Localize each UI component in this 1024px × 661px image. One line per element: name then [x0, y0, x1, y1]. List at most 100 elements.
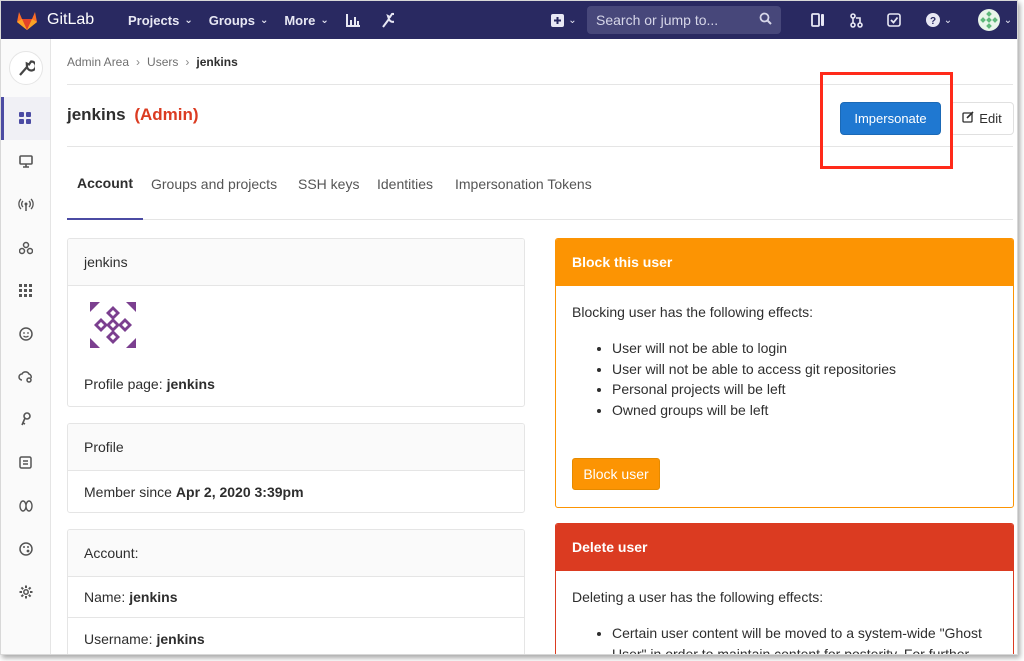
delete-effects-list: Certain user content will be moved to a … [612, 623, 997, 654]
account-username-row: Username: jenkins [68, 618, 524, 654]
labels-icon [18, 499, 33, 512]
help-icon[interactable]: ? ⌄ [921, 1, 957, 39]
breadcrumb-users[interactable]: Users [147, 55, 178, 69]
delete-user-body: Deleting a user has the following effect… [556, 571, 1013, 654]
tab-impersonation-tokens[interactable]: Impersonation Tokens [455, 147, 592, 220]
list-item: Personal projects will be left [612, 379, 997, 400]
user-summary-card: jenkins Profile page: jenkins [67, 238, 525, 407]
avatar-icon [977, 9, 1000, 31]
sidebar-item-deploy-keys[interactable] [1, 398, 50, 441]
account-card: Account: Name: jenkins Username: jenkins [67, 529, 525, 654]
card-header: Block this user [556, 239, 1013, 286]
smiley-icon [18, 326, 33, 341]
hook-icon [18, 241, 33, 254]
sidebar-item-overview[interactable] [1, 97, 50, 140]
breadcrumb-admin-area[interactable]: Admin Area [67, 55, 129, 69]
chevron-down-icon: ⌄ [259, 14, 269, 26]
tab-groups-and-projects[interactable]: Groups and projects [151, 147, 277, 220]
member-since-value: Apr 2, 2020 3:39pm [175, 484, 304, 500]
todo-check-icon[interactable] [880, 1, 908, 39]
sidebar-item-labels[interactable] [1, 484, 50, 527]
breadcrumb-separator: › [136, 54, 141, 69]
nav-groups-label: Groups [208, 12, 255, 28]
admin-wrench-icon[interactable] [373, 1, 401, 39]
search-input[interactable] [596, 12, 756, 28]
admin-badge: (Admin) [134, 105, 199, 124]
broadcast-icon [17, 198, 34, 211]
admin-area-avatar [8, 51, 43, 85]
profile-page-row: Profile page: jenkins [68, 364, 524, 404]
list-item: User will not be able to access git repo… [612, 359, 997, 380]
gitlab-logo-icon [17, 12, 37, 30]
breadcrumb-separator: › [185, 54, 190, 69]
identicon-avatar [90, 302, 136, 348]
block-user-button[interactable]: Block user [572, 458, 660, 490]
sidebar-item-appearance[interactable] [1, 527, 50, 570]
card-header: Delete user [556, 524, 1013, 571]
user-avatar-menu[interactable]: ⌄ [974, 1, 1016, 39]
cloud-gear-icon [17, 370, 32, 383]
key-icon [20, 412, 31, 426]
account-name-value: jenkins [129, 589, 178, 605]
block-user-body: Blocking user has the following effects:… [556, 286, 1013, 436]
sidebar-item-service-templates[interactable] [1, 441, 50, 484]
chevron-down-icon: ⌄ [568, 14, 577, 26]
list-item: Certain user content will be moved to a … [612, 623, 997, 654]
grid-dashboard-icon [19, 112, 31, 124]
card-header: Profile [68, 424, 524, 471]
search-box[interactable] [587, 6, 781, 34]
brand-name: GitLab [47, 11, 95, 28]
app-window: GitLab Projects ⌄ Groups ⌄ More ⌄ ⌄ Sear… [0, 0, 1018, 655]
merge-request-icon[interactable] [842, 1, 870, 39]
tab-ssh-keys[interactable]: SSH keys [298, 147, 359, 220]
profile-card: Profile Member since Apr 2, 2020 3:39pm [67, 423, 525, 513]
page-title-username: jenkins [67, 105, 126, 124]
sidebar-item-settings[interactable] [1, 570, 50, 613]
nav-projects-label: Projects [128, 12, 180, 28]
palette-icon [18, 541, 33, 556]
account-name-label: Name: [84, 589, 126, 605]
wrench-icon [18, 60, 35, 76]
card-header: jenkins [68, 239, 524, 286]
brand[interactable]: GitLab [15, 9, 115, 31]
delete-user-card: Delete user Deleting a user has the foll… [555, 523, 1014, 654]
template-icon [19, 456, 32, 469]
block-effects-list: User will not be able to login User will… [612, 338, 997, 420]
card-header: Account: [68, 530, 524, 577]
member-since-label: Member since [84, 484, 172, 500]
sidebar-toggle-icon[interactable] [804, 1, 832, 39]
top-navbar: GitLab Projects ⌄ Groups ⌄ More ⌄ ⌄ Sear… [1, 1, 1017, 39]
tab-account[interactable]: Account [67, 147, 143, 220]
nav-groups[interactable]: Groups ⌄ [209, 1, 269, 39]
list-item: User will not be able to login [612, 338, 997, 359]
delete-user-intro: Deleting a user has the following effect… [572, 589, 824, 605]
search-icon [759, 12, 772, 28]
sidebar-header[interactable] [1, 39, 50, 97]
chevron-down-icon: ⌄ [184, 14, 193, 26]
breadcrumb-current[interactable]: jenkins [196, 55, 237, 69]
sidebar-item-messages[interactable] [1, 183, 50, 226]
sidebar-item-monitoring[interactable] [1, 140, 50, 183]
nav-more[interactable]: More ⌄ [284, 1, 328, 39]
new-plus-icon[interactable]: ⌄ [547, 1, 581, 39]
chevron-down-icon: ⌄ [320, 14, 329, 26]
page-title: jenkins (Admin) [67, 105, 199, 125]
list-item: Owned groups will be left [612, 400, 997, 421]
profile-page-link[interactable]: jenkins [167, 376, 215, 392]
gear-icon [19, 585, 32, 598]
account-username-value: jenkins [156, 630, 205, 647]
block-user-intro: Blocking user has the following effects: [572, 304, 813, 320]
sidebar-item-hooks[interactable] [1, 226, 50, 269]
edit-button-label: Edit [979, 111, 1002, 126]
edit-pencil-icon [962, 111, 974, 126]
user-avatar-row [68, 286, 524, 364]
sidebar-item-abuse-reports[interactable] [1, 312, 50, 355]
edit-button[interactable]: Edit [950, 102, 1014, 135]
sidebar-item-kubernetes[interactable] [1, 355, 50, 398]
profile-page-label: Profile page: [84, 376, 163, 392]
activity-chart-icon[interactable] [339, 1, 367, 39]
tab-identities[interactable]: Identities [377, 147, 433, 220]
sidebar-item-applications[interactable] [1, 269, 50, 312]
nav-projects[interactable]: Projects ⌄ [128, 1, 193, 39]
admin-sidebar [1, 39, 51, 654]
